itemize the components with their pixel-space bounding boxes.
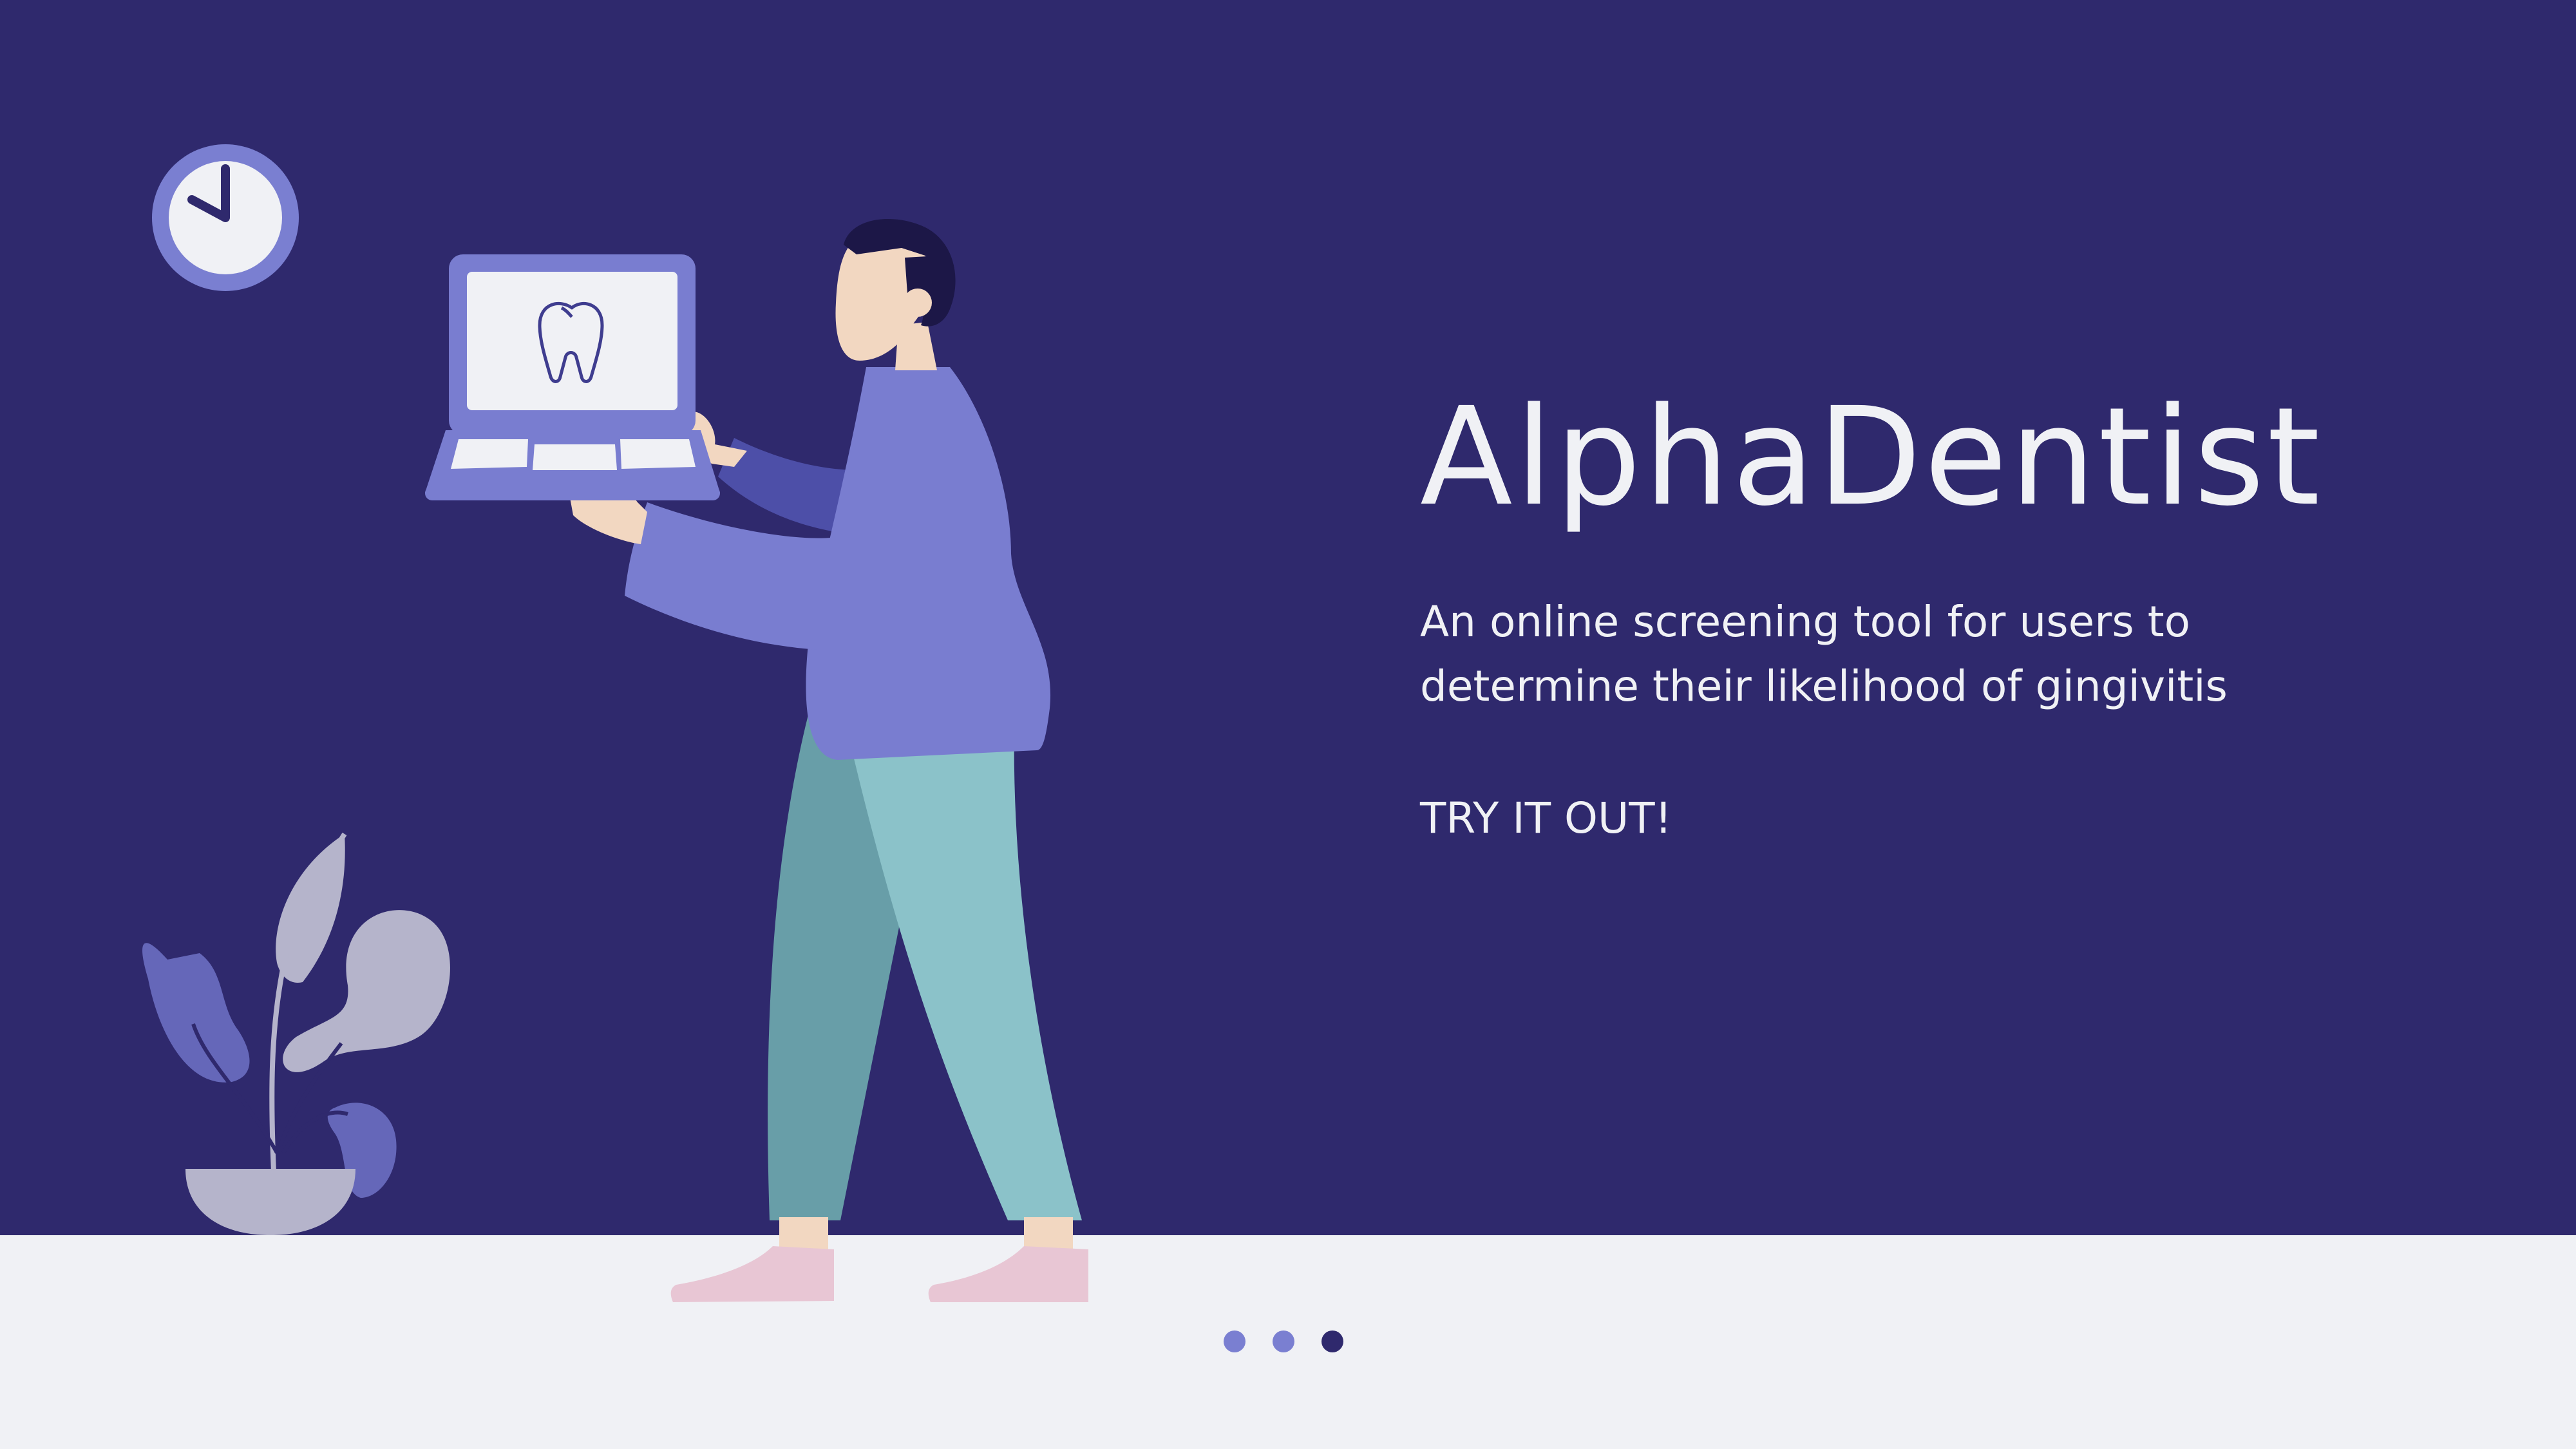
carousel-dot-2[interactable] (1273, 1331, 1294, 1352)
hero-section: AlphaDentist An online screening tool fo… (1420, 386, 2386, 851)
page-title: AlphaDentist (1420, 378, 2323, 536)
carousel-dot-3[interactable] (1321, 1331, 1343, 1352)
hero-subtitle: An online screening tool for users to de… (1420, 596, 2228, 711)
carousel-dot-1[interactable] (1224, 1331, 1245, 1352)
laptop-icon (425, 254, 720, 500)
clock-icon (152, 144, 299, 291)
plant-icon (142, 832, 450, 1235)
try-it-out-link[interactable]: TRY IT OUT! (1420, 786, 1672, 851)
carousel-indicators (1224, 1331, 1343, 1352)
